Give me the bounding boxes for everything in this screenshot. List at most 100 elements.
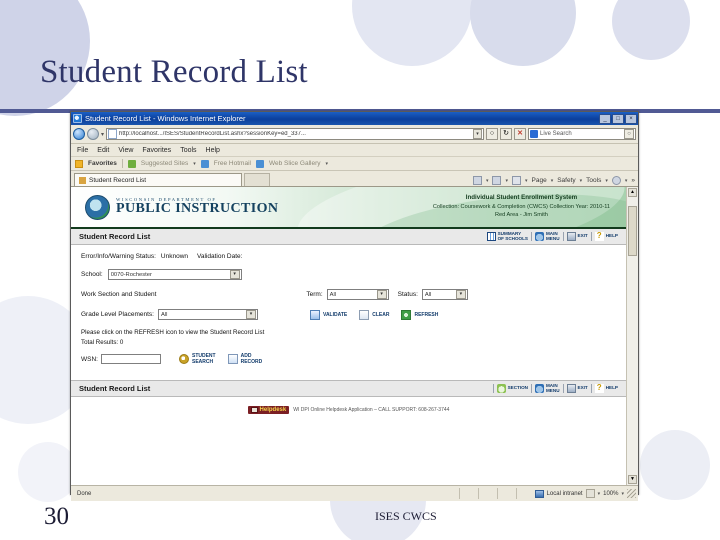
menu-item-view[interactable]: View [118,147,133,154]
refresh-icon[interactable]: ↻ [500,128,512,140]
chevron-down-icon[interactable]: ▾ [598,491,601,497]
main-menu-button-footer[interactable]: MAIN MENU [534,383,560,394]
scrollbar-thumb[interactable] [628,206,637,256]
decorative-circle [18,442,78,502]
chevron-down-icon[interactable]: ▾ [625,178,628,184]
home-icon [534,232,544,241]
status-segment [515,488,533,499]
validate-icon [309,309,320,320]
refresh-button[interactable]: REFRESH [401,309,438,320]
section-button[interactable]: SECTION [496,384,528,393]
search-placeholder: Live Search [540,131,572,137]
forward-button[interactable] [87,128,99,140]
favorites-item-web-slice-gallery[interactable]: Web Slice Gallery [269,160,321,167]
refresh-icon [401,309,412,320]
chevron-down-icon[interactable]: ▾ [551,178,554,184]
menu-item-file[interactable]: File [77,147,88,154]
toolbar-overflow-icon[interactable]: » [631,177,635,184]
tab-label: Student Record List [89,176,147,184]
address-input[interactable]: http://localhost.../ISES/StudentRecordLi… [106,128,484,140]
free-hotmail-icon [200,159,209,168]
zoom-level[interactable]: 100% [603,491,618,497]
status-row: Error/Info/Warning Status: Unknown Valid… [81,253,616,260]
section-label: SECTION [507,385,528,391]
protected-mode-icon[interactable] [585,489,595,498]
student-search-button[interactable]: STUDENT SEARCH [178,353,216,365]
validate-button[interactable]: VALIDATE [309,309,347,320]
menu-item-help[interactable]: Help [206,147,220,154]
clear-label: CLEAR [372,311,390,318]
favorites-label[interactable]: Favorites [88,160,117,167]
help-button[interactable]: ? HELP [594,232,618,241]
chevron-down-icon[interactable]: ▾ [193,161,196,167]
work-section-label: Work Section and Student [81,291,157,298]
chevron-down-icon[interactable]: ▾ [326,161,329,167]
school-select[interactable]: 0070-Rochester ▾ [107,269,242,280]
minimize-button[interactable]: _ [599,113,611,124]
menu-item-favorites[interactable]: Favorites [142,147,171,154]
scroll-down-arrow[interactable]: ▼ [628,475,637,484]
search-input[interactable]: Live Search ○ [528,128,636,140]
back-button[interactable] [73,128,85,140]
chevron-down-icon[interactable]: ▾ [621,491,624,497]
wsn-row: WSN: STUDENT SEARCH ADD RECORD [81,353,616,365]
chevron-down-icon[interactable]: ▾ [605,178,608,184]
vertical-scrollbar[interactable]: ▲ ▼ [626,187,638,485]
exit-button[interactable]: EXIT [566,232,588,241]
chevron-down-icon[interactable]: ▾ [580,178,583,184]
grade-select[interactable]: All ▾ [157,309,258,320]
exit-button-footer[interactable]: EXIT [566,384,588,393]
command-tools[interactable]: Tools [586,177,601,184]
chevron-down-icon[interactable]: ▾ [455,290,466,299]
close-button[interactable]: × [625,113,637,124]
resize-grip[interactable] [627,489,636,498]
add-record-button[interactable]: ADD RECORD [227,353,262,365]
status-segment [496,488,514,499]
divider [562,232,564,241]
chevron-down-icon[interactable]: ▾ [525,178,528,184]
browser-title: Student Record List - Windows Internet E… [85,114,246,123]
stop-icon[interactable]: ✕ [514,128,526,140]
wsn-input[interactable] [100,354,161,364]
feeds-icon[interactable] [472,176,482,185]
command-page[interactable]: Page [532,177,547,184]
menu-item-tools[interactable]: Tools [180,147,196,154]
print-icon[interactable] [511,176,521,185]
divider [530,232,532,241]
help-button-footer[interactable]: ? HELP [594,384,618,393]
history-dropdown-icon[interactable]: ▾ [101,131,104,138]
chevron-down-icon[interactable]: ▾ [229,270,240,279]
security-zone[interactable]: Local intranet ▾ 100% ▾ [534,489,636,498]
summary-of-schools-button[interactable]: SUMMARY OF SCHOOLS [486,231,528,242]
favorites-star-icon[interactable] [75,159,83,168]
scroll-up-arrow[interactable]: ▲ [628,188,637,197]
chevron-down-icon[interactable]: ▾ [245,310,256,319]
button-label-line1: HELP [605,233,618,239]
status-value: Unknown [160,253,189,260]
term-select[interactable]: All ▾ [326,289,389,300]
main-menu-button[interactable]: MAIN MENU [534,231,560,242]
favorites-item-free-hotmail[interactable]: Free Hotmail [214,160,251,167]
menu-bar: File Edit View Favorites Tools Help [71,144,638,157]
read-mail-icon[interactable] [492,176,502,185]
helpdesk-badge[interactable]: Helpdesk [247,405,290,414]
command-safety[interactable]: Safety [557,177,575,184]
chevron-down-icon[interactable]: ▾ [486,178,489,184]
clear-button[interactable]: CLEAR [359,309,390,320]
chevron-down-icon[interactable]: ▾ [505,178,508,184]
favorites-item-suggested-sites[interactable]: Suggested Sites [141,160,188,167]
helpdesk-icon [250,406,258,413]
new-tab-button[interactable] [244,173,270,186]
maximize-button[interactable]: □ [612,113,624,124]
status-select[interactable]: All ▾ [421,289,468,300]
divider [121,159,123,168]
chevron-down-icon[interactable]: ▾ [376,290,387,299]
search-page-icon[interactable]: ○ [486,128,498,140]
help-icon[interactable] [611,176,621,185]
search-go-icon[interactable]: ○ [624,129,634,139]
tab-student-record-list[interactable]: Student Record List [74,173,242,186]
menu-item-edit[interactable]: Edit [97,147,109,154]
page-footer-title: Student Record List [79,384,151,393]
address-dropdown-icon[interactable]: ▾ [473,129,482,139]
live-search-icon [530,130,538,138]
